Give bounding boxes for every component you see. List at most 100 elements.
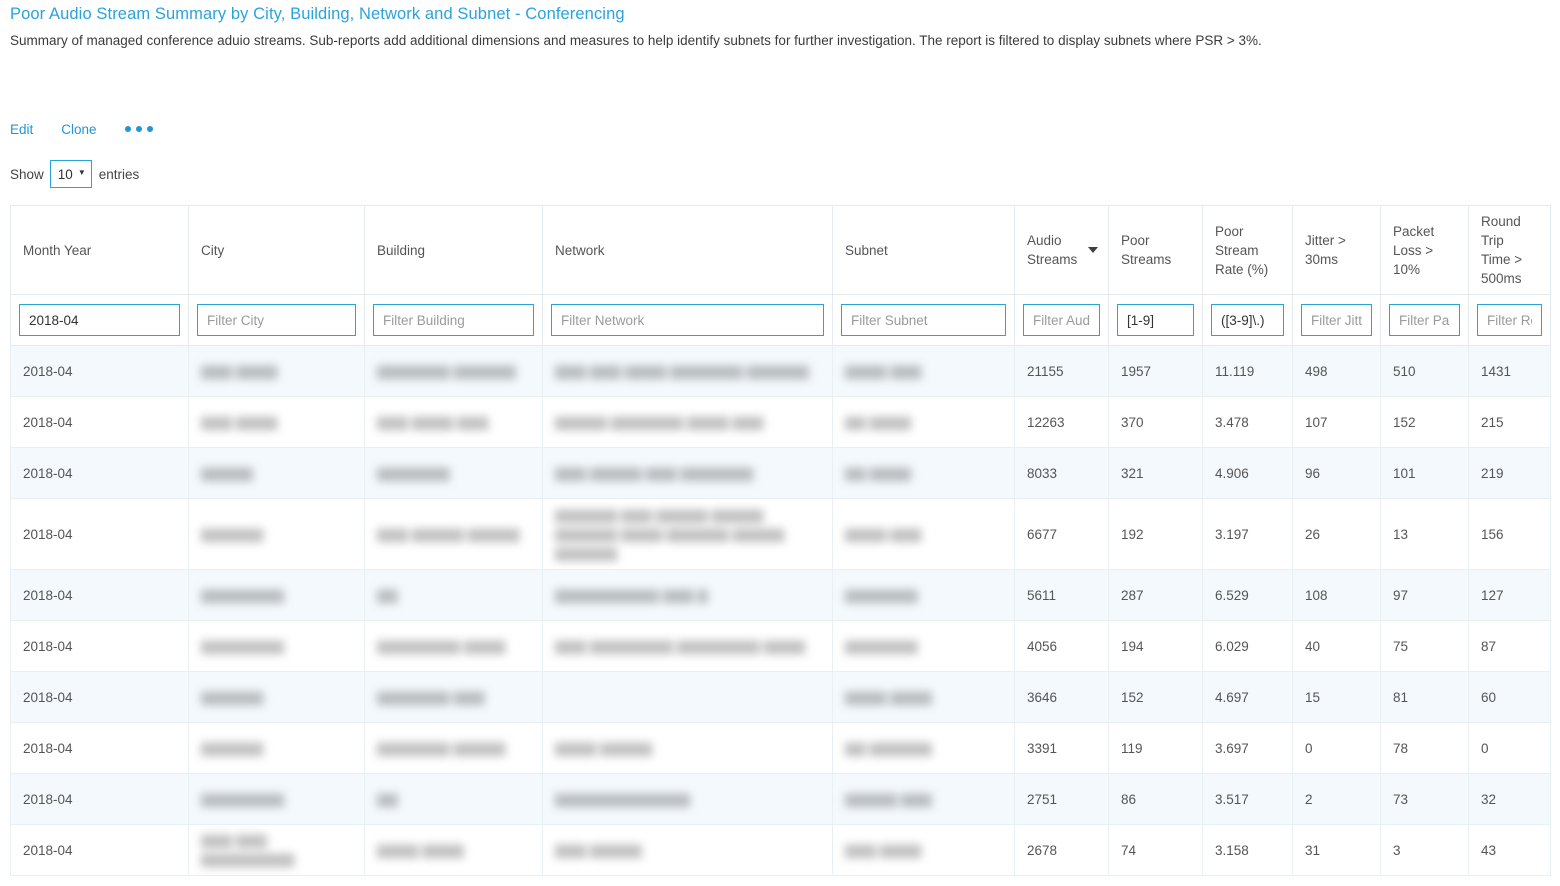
cell-value: 13	[1393, 526, 1409, 542]
cell-value: 26	[1305, 526, 1321, 542]
cell-value: ▇▇▇▇▇▇▇▇▇▇▇▇▇	[555, 791, 690, 807]
cell-network: ▇▇▇▇ ▇▇▇▇▇	[542, 722, 833, 774]
column-header-network[interactable]: Network	[542, 205, 833, 295]
column-header-month-year[interactable]: Month Year	[10, 205, 189, 295]
length-menu: Show 10 ▼ entries	[10, 159, 1550, 189]
filter-input-poor-stream-rate[interactable]	[1211, 304, 1284, 336]
table-row[interactable]: 2018-04 ▇▇▇▇▇ ▇▇▇▇▇▇▇ ▇▇▇ ▇▇▇▇▇ ▇▇▇ ▇▇▇▇▇▇▇…	[10, 447, 1551, 499]
cell-building: ▇▇	[364, 773, 543, 825]
cell-audio-streams: 8033	[1014, 447, 1109, 499]
cell-value: 2018-04	[23, 740, 73, 756]
filter-cell-subnet	[832, 294, 1015, 346]
cell-round-trip-time: 43	[1468, 824, 1551, 876]
table-row[interactable]: 2018-04 ▇▇▇ ▇▇▇ ▇▇▇▇▇▇▇▇▇ ▇▇▇▇ ▇▇▇▇ ▇▇▇ ▇▇▇…	[10, 824, 1551, 876]
table-row[interactable]: 2018-04 ▇▇▇▇▇▇▇▇ ▇▇ ▇▇▇▇▇▇▇▇▇▇ ▇▇▇ ▇ ▇▇▇▇▇▇▇…	[10, 569, 1551, 621]
column-header-label: Month Year	[23, 242, 92, 258]
cell-jitter: 26	[1292, 498, 1381, 570]
cell-poor-stream-rate: 3.517	[1202, 773, 1293, 825]
cell-value: ▇▇▇▇▇▇▇▇ ▇▇▇▇	[377, 638, 506, 654]
cell-value: ▇▇▇▇▇▇▇ ▇▇▇▇▇▇	[377, 363, 516, 379]
filter-cell-city	[188, 294, 365, 346]
cell-value: ▇▇▇ ▇▇▇ ▇▇▇▇ ▇▇▇▇▇▇▇ ▇▇▇▇▇▇	[555, 363, 809, 379]
cell-value: 321	[1121, 465, 1144, 481]
cell-audio-streams: 5611	[1014, 569, 1109, 621]
cell-round-trip-time: 1431	[1468, 345, 1551, 397]
cell-month-year: 2018-04	[10, 569, 189, 621]
cell-poor-streams: 119	[1108, 722, 1203, 774]
cell-value: 370	[1121, 414, 1144, 430]
column-header-building[interactable]: Building	[364, 205, 543, 295]
cell-value: ▇▇▇▇▇▇▇▇	[201, 638, 285, 654]
cell-value: ▇▇▇▇▇▇	[201, 689, 264, 705]
column-header-packet-loss[interactable]: Packet Loss > 10%	[1380, 205, 1469, 295]
cell-round-trip-time: 215	[1468, 396, 1551, 448]
cell-value: 15	[1305, 689, 1321, 705]
cell-subnet: ▇▇▇▇ ▇▇▇▇	[832, 671, 1015, 723]
cell-value: ▇▇▇▇ ▇▇▇▇▇	[555, 740, 653, 756]
cell-value: 0	[1481, 740, 1489, 756]
clone-link[interactable]: Clone	[61, 122, 96, 137]
column-header-audio-streams[interactable]: Audio Streams	[1014, 205, 1109, 295]
cell-value: 215	[1481, 414, 1504, 430]
cell-value: ▇▇▇▇▇▇▇	[845, 638, 918, 654]
table-row[interactable]: 2018-04 ▇▇▇ ▇▇▇▇ ▇▇▇ ▇▇▇▇ ▇▇▇ ▇▇▇▇▇ ▇▇▇▇▇▇▇…	[10, 396, 1551, 448]
cell-value: 219	[1481, 465, 1504, 481]
cell-value: 127	[1481, 587, 1504, 603]
cell-audio-streams: 3391	[1014, 722, 1109, 774]
more-options-icon[interactable]	[124, 126, 153, 132]
column-header-city[interactable]: City	[188, 205, 365, 295]
cell-value: 2	[1305, 791, 1313, 807]
cell-value: 87	[1481, 638, 1497, 654]
table-row[interactable]: 2018-04 ▇▇▇ ▇▇▇▇ ▇▇▇▇▇▇▇ ▇▇▇▇▇▇ ▇▇▇ ▇▇▇ ▇▇▇…	[10, 345, 1551, 397]
cell-value: 3.197	[1215, 526, 1249, 542]
cell-value: 11.119	[1215, 363, 1255, 379]
cell-building: ▇▇▇ ▇▇▇▇ ▇▇▇	[364, 396, 543, 448]
edit-link[interactable]: Edit	[10, 122, 33, 137]
cell-value: ▇▇▇▇ ▇▇▇▇	[845, 689, 932, 705]
filter-input-building[interactable]	[373, 304, 534, 336]
table-row[interactable]: 2018-04 ▇▇▇▇▇▇▇▇ ▇▇▇▇▇▇▇▇ ▇▇▇▇ ▇▇▇ ▇▇▇▇▇▇▇▇…	[10, 620, 1551, 672]
cell-value: 3.158	[1215, 842, 1249, 858]
filter-input-month-year[interactable]	[19, 304, 180, 336]
column-header-round-trip-time[interactable]: Round Trip Time > 500ms	[1468, 205, 1551, 295]
cell-value: 60	[1481, 689, 1497, 705]
column-header-jitter[interactable]: Jitter > 30ms	[1292, 205, 1381, 295]
cell-packet-loss: 152	[1380, 396, 1469, 448]
column-header-poor-stream-rate[interactable]: Poor Stream Rate (%)	[1202, 205, 1293, 295]
column-header-poor-streams[interactable]: Poor Streams	[1108, 205, 1203, 295]
cell-audio-streams: 21155	[1014, 345, 1109, 397]
report-table-container: Month Year City Building Network Subnet …	[10, 205, 1551, 876]
cell-city: ▇▇▇▇▇▇▇▇	[188, 773, 365, 825]
table-row[interactable]: 2018-04 ▇▇▇▇▇▇▇▇ ▇▇ ▇▇▇▇▇▇▇▇▇▇▇▇▇ ▇▇▇▇▇ ▇▇▇ 2…	[10, 773, 1551, 825]
filter-input-audio-streams[interactable]	[1023, 304, 1100, 336]
entries-per-page-select[interactable]: 10 ▼	[49, 160, 92, 188]
table-row[interactable]: 2018-04 ▇▇▇▇▇▇ ▇▇▇▇▇▇▇ ▇▇▇ ▇▇▇▇ ▇▇▇▇ 3646 152…	[10, 671, 1551, 723]
filter-input-round-trip-time[interactable]	[1477, 304, 1542, 336]
cell-value: 6677	[1027, 526, 1058, 542]
filter-input-city[interactable]	[197, 304, 356, 336]
cell-audio-streams: 3646	[1014, 671, 1109, 723]
filter-input-poor-streams[interactable]	[1117, 304, 1194, 336]
report-actions-toolbar: Edit Clone	[10, 119, 1550, 139]
filter-input-packet-loss[interactable]	[1389, 304, 1460, 336]
cell-subnet: ▇▇ ▇▇▇▇	[832, 447, 1015, 499]
filter-input-network[interactable]	[551, 304, 824, 336]
cell-value: ▇▇▇ ▇▇▇▇▇	[555, 842, 642, 858]
cell-value: 4.906	[1215, 465, 1249, 481]
filter-input-jitter[interactable]	[1301, 304, 1372, 336]
cell-packet-loss: 13	[1380, 498, 1469, 570]
cell-city: ▇▇▇▇▇	[188, 447, 365, 499]
table-row[interactable]: 2018-04 ▇▇▇▇▇▇ ▇▇▇▇▇▇▇ ▇▇▇▇▇ ▇▇▇▇ ▇▇▇▇▇ ▇▇ ▇…	[10, 722, 1551, 774]
cell-poor-streams: 74	[1108, 824, 1203, 876]
cell-value: ▇▇▇ ▇▇▇▇▇▇▇▇ ▇▇▇▇▇▇▇▇ ▇▇▇▇	[555, 638, 806, 654]
filter-input-subnet[interactable]	[841, 304, 1006, 336]
cell-audio-streams: 2678	[1014, 824, 1109, 876]
cell-jitter: 108	[1292, 569, 1381, 621]
column-header-subnet[interactable]: Subnet	[832, 205, 1015, 295]
table-row[interactable]: 2018-04 ▇▇▇▇▇▇ ▇▇▇ ▇▇▇▇▇ ▇▇▇▇▇ ▇▇▇▇▇▇ ▇▇▇ ▇…	[10, 498, 1551, 570]
cell-value: 97	[1393, 587, 1409, 603]
cell-value: ▇▇▇ ▇▇▇▇ ▇▇▇	[377, 414, 489, 430]
cell-network: ▇▇▇▇▇ ▇▇▇▇▇▇▇ ▇▇▇▇ ▇▇▇	[542, 396, 833, 448]
cell-building: ▇▇▇▇ ▇▇▇▇	[364, 824, 543, 876]
cell-poor-stream-rate: 3.697	[1202, 722, 1293, 774]
